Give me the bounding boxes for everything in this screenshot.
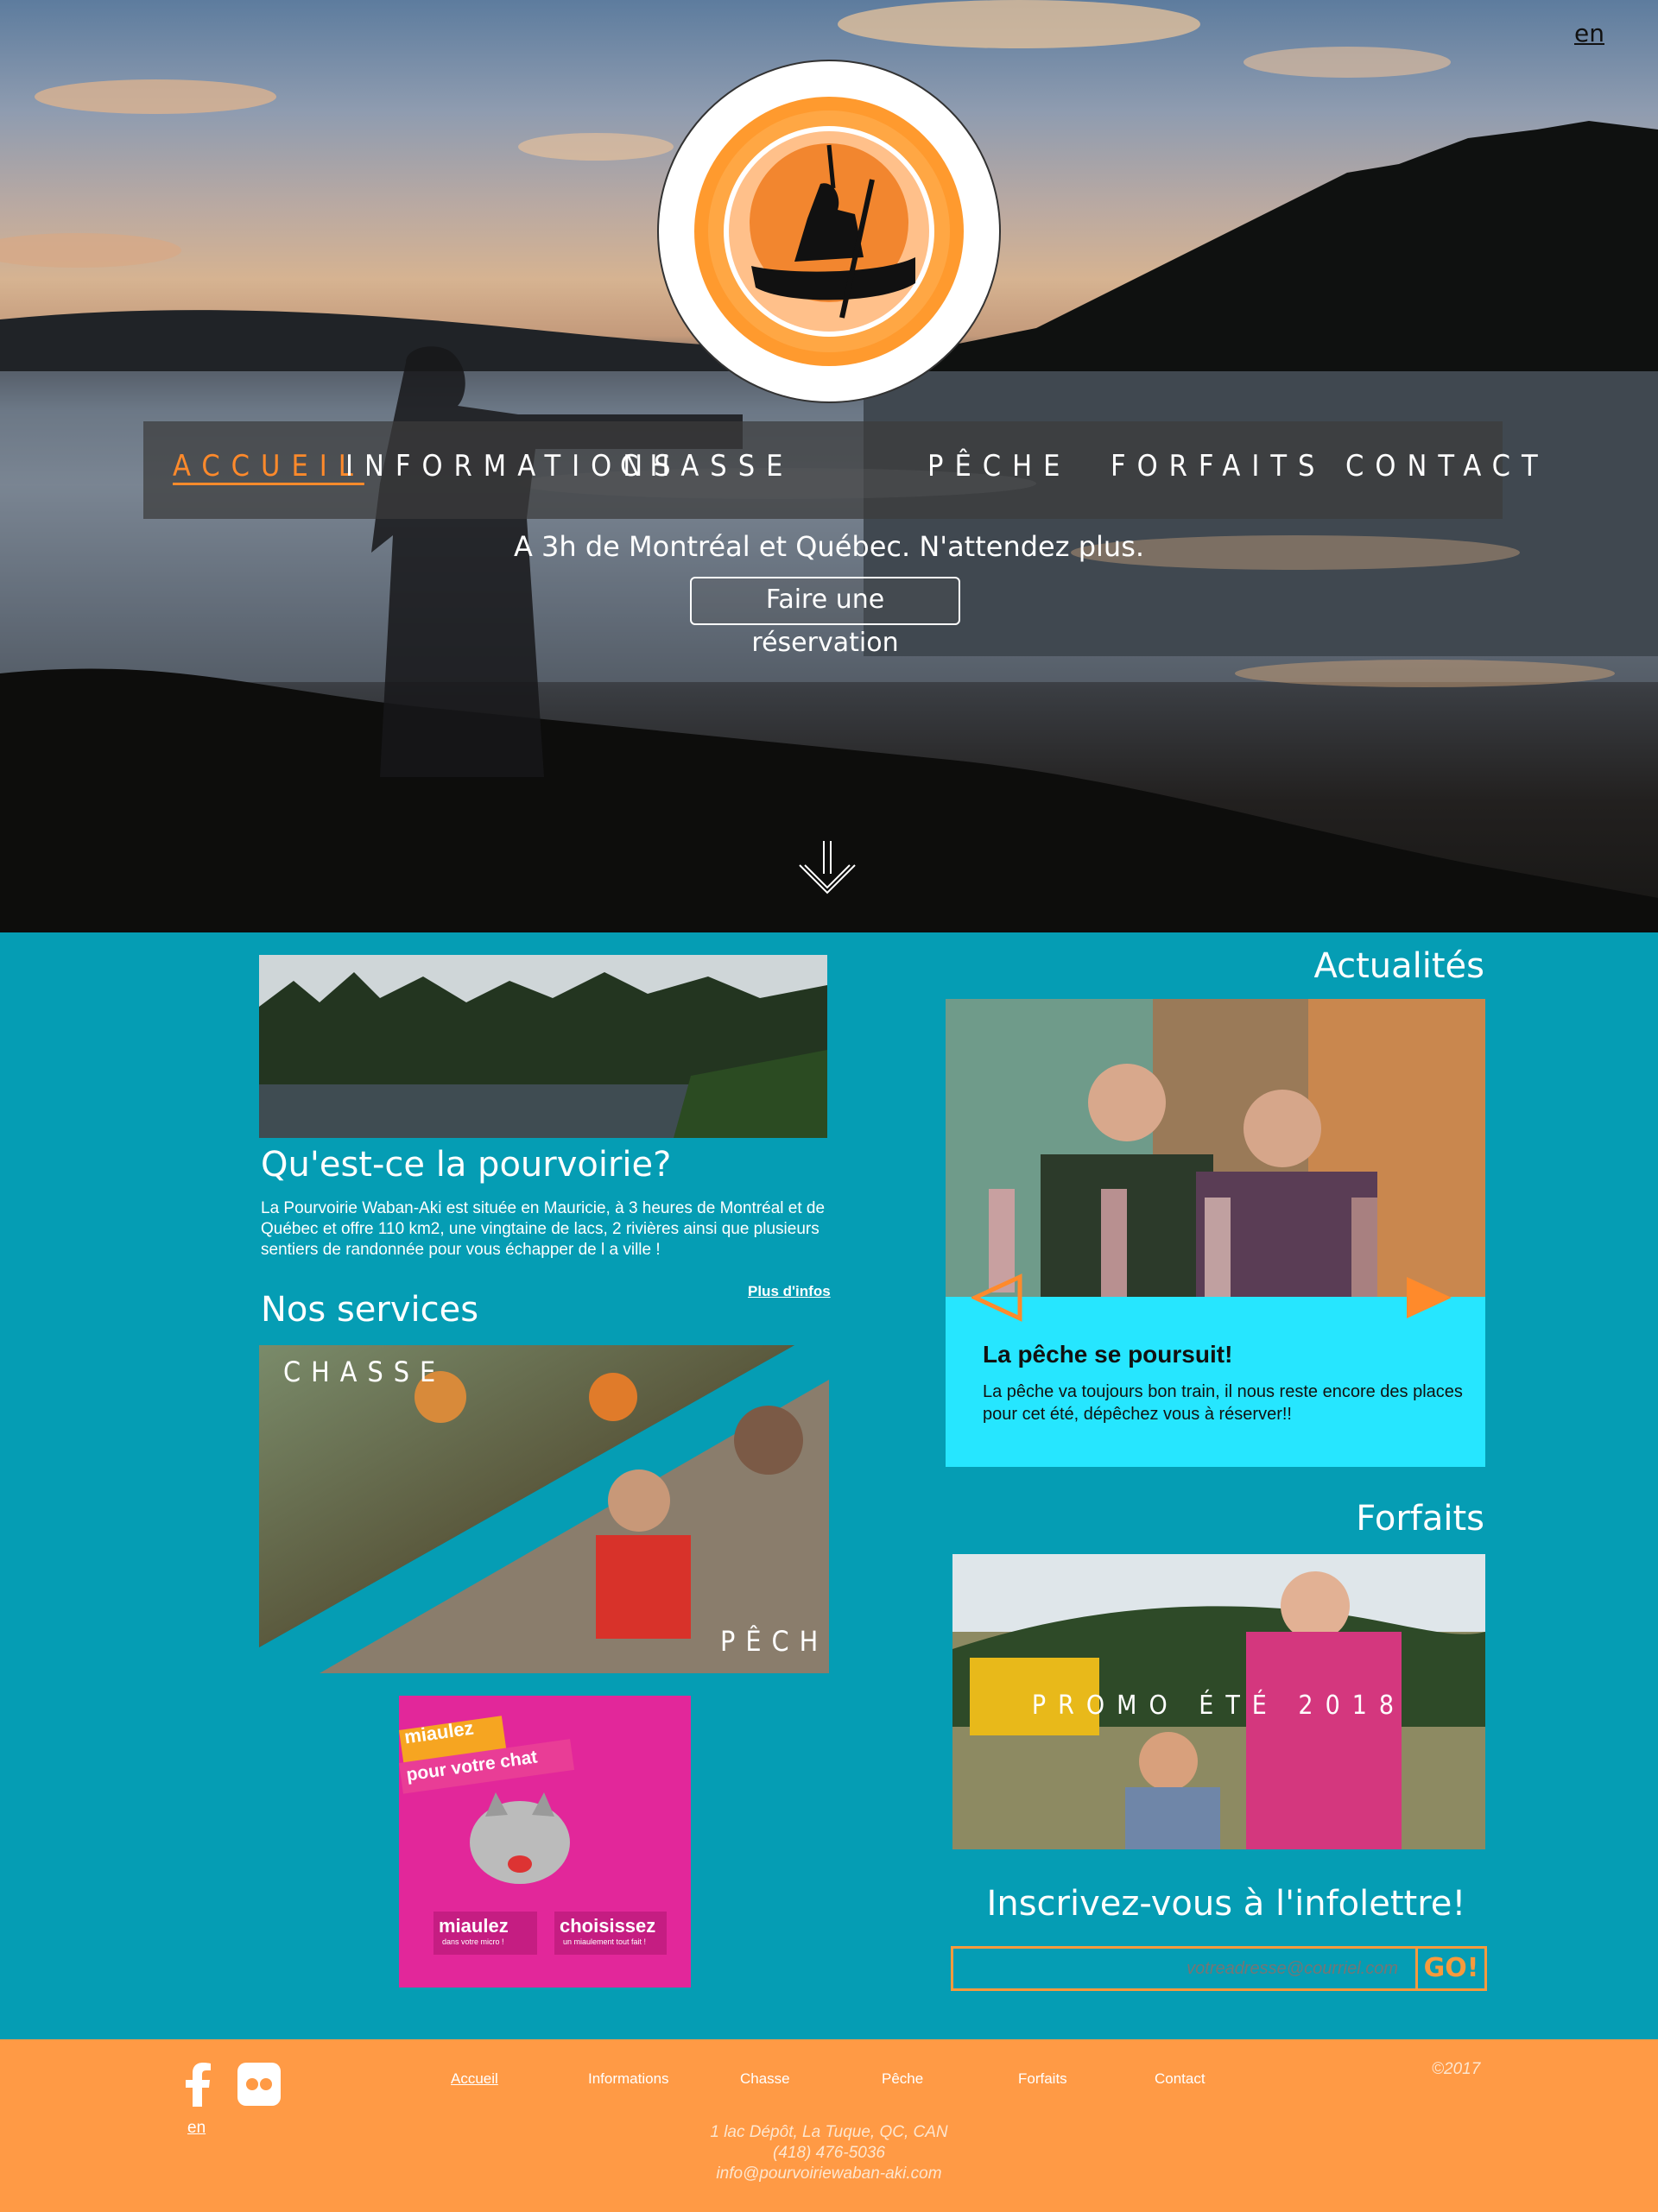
nav-forfaits[interactable]: Forfaits: [1111, 449, 1326, 483]
forfaits-title: Forfaits: [1356, 1499, 1484, 1539]
promo-banner[interactable]: PROMO ÉTÉ 2018: [952, 1554, 1485, 1849]
ad-right-big: choisissez: [560, 1915, 656, 1937]
address-line: 1 lac Dépôt, La Tuque, QC, CAN: [710, 2123, 948, 2141]
lake-photo: [259, 955, 827, 1138]
contact-info: 1 lac Dépôt, La Tuque, QC, CAN (418) 476…: [0, 2122, 1658, 2184]
phone-line: (418) 476-5036: [773, 2144, 885, 2162]
nav-chasse[interactable]: Chasse: [620, 449, 794, 483]
nav-contact[interactable]: Contact: [1345, 449, 1549, 483]
newsletter-title: Inscrivez-vous à l'infolettre!: [986, 1884, 1466, 1924]
footer-nav-peche[interactable]: Pêche: [882, 2070, 923, 2088]
ad-left-small: dans votre micro !: [442, 1937, 504, 1946]
more-info-link[interactable]: Plus d'infos: [748, 1283, 831, 1300]
hero-tagline: A 3h de Montréal et Québec. N'attendez p…: [513, 530, 1145, 563]
news-photo: [946, 999, 1485, 1297]
arrow-left-icon[interactable]: [971, 1273, 1023, 1322]
main-nav: Accueil Informations Chasse Pêche Forfai…: [143, 421, 1538, 519]
footer-nav-contact[interactable]: Contact: [1155, 2070, 1206, 2088]
newsletter-email-input[interactable]: [953, 1949, 1415, 1988]
cat-ad-banner[interactable]: miaulez pour votre chat miaulez dans vot…: [399, 1696, 691, 1988]
services-banner[interactable]: CHASSE PÊCHE: [259, 1345, 829, 1673]
facebook-icon[interactable]: [181, 2062, 212, 2107]
about-title: Qu'est-ce la pourvoirie?: [261, 1145, 672, 1185]
ad-right-small: un miaulement tout fait !: [563, 1937, 647, 1946]
nav-accueil[interactable]: Accueil: [173, 449, 364, 483]
pourvoirie-logo[interactable]: [656, 59, 1002, 404]
service-peche-label: PÊCHE: [720, 1625, 829, 1658]
newsletter-go-button[interactable]: GO!: [1415, 1949, 1484, 1988]
footer-nav-forfaits[interactable]: Forfaits: [1018, 2070, 1067, 2088]
ad-left-big: miaulez: [439, 1915, 509, 1937]
about-text: La Pourvoirie Waban-Aki est située en Ma…: [261, 1199, 826, 1259]
news-item-text: La pêche va toujours bon train, il nous …: [983, 1382, 1463, 1424]
footer-nav-chasse[interactable]: Chasse: [740, 2070, 790, 2088]
news-title: Actualités: [1313, 946, 1484, 986]
footer-nav-informations[interactable]: Informations: [588, 2070, 669, 2088]
news-item-title[interactable]: La pêche se poursuit!: [983, 1341, 1232, 1368]
flickr-icon[interactable]: [237, 2062, 282, 2107]
promo-label: PROMO ÉTÉ 2018: [1031, 1691, 1407, 1721]
news-slider: La pêche se poursuit! La pêche va toujou…: [946, 999, 1485, 1467]
copyright: ©2017: [1432, 2060, 1481, 2078]
footer-nav-accueil[interactable]: Accueil: [451, 2070, 498, 2088]
services-photo: [259, 1345, 829, 1673]
arrow-right-icon[interactable]: [1403, 1273, 1455, 1322]
services-title: Nos services: [261, 1290, 479, 1330]
service-chasse-label: CHASSE: [283, 1356, 446, 1388]
scroll-down-icon[interactable]: [796, 839, 858, 901]
hero-section: en Accueil Informations Chasse Pêche For…: [0, 0, 1658, 932]
language-switch-link[interactable]: en: [1574, 19, 1604, 47]
nav-peche[interactable]: Pêche: [927, 449, 1071, 483]
email-line[interactable]: info@pourvoiriewaban-aki.com: [0, 2164, 1658, 2184]
footer: en Accueil Informations Chasse Pêche For…: [0, 2039, 1658, 2212]
reservation-button[interactable]: Faire une réservation: [690, 577, 960, 658]
newsletter-form: GO!: [951, 1946, 1487, 1991]
